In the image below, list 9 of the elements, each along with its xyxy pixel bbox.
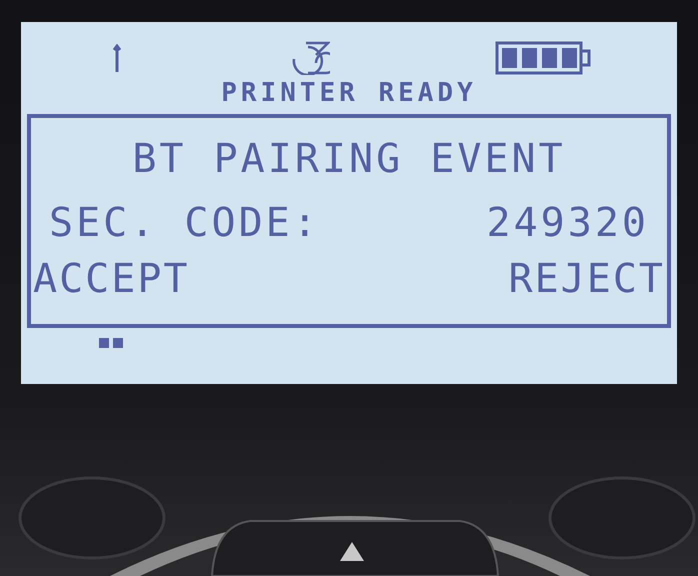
softkey-button[interactable]: ACCEPT <box>31 256 192 302</box>
antenna-icon <box>113 44 121 72</box>
code-label: SEC. CODE: <box>49 199 320 248</box>
printer-status: PRINTER READY <box>220 78 478 108</box>
softkey-button[interactable]: REJECT <box>506 256 667 302</box>
security-code: 249320 <box>486 199 649 248</box>
battery-icon <box>495 41 591 75</box>
dialog-title: BT PAIRING EVENT <box>131 135 567 184</box>
softkey-indicator-icon <box>99 338 123 348</box>
